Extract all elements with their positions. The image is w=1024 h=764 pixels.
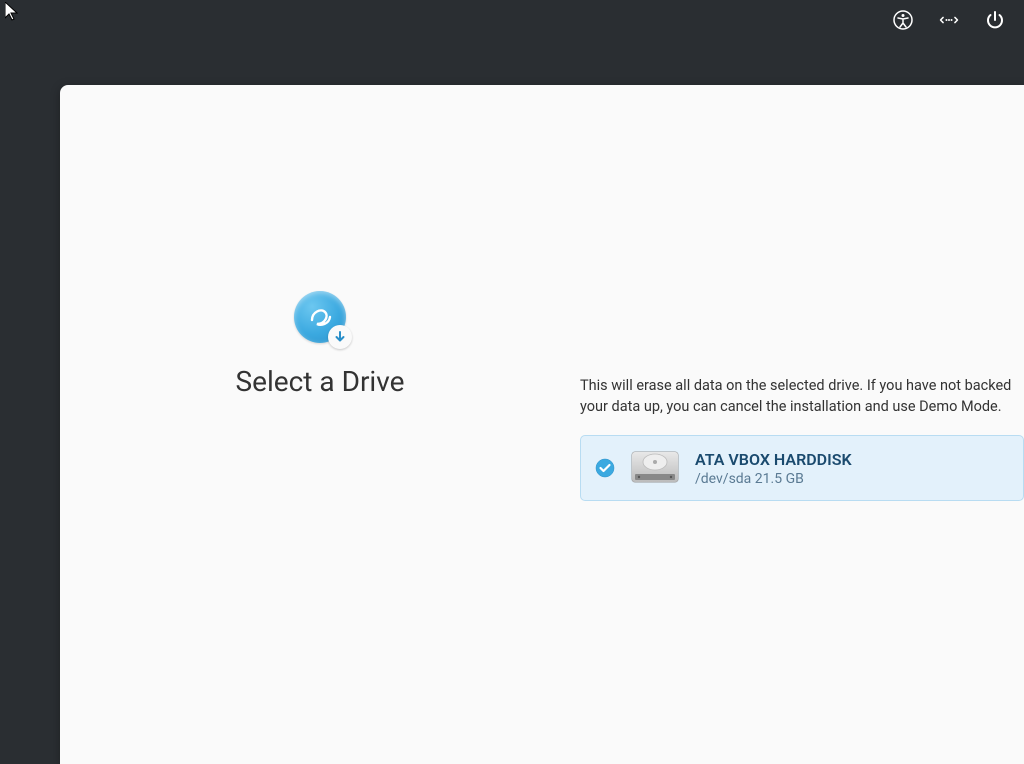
warning-text: This will erase all data on the selected… bbox=[580, 375, 1024, 417]
drive-name: ATA VBOX HARDDISK bbox=[695, 450, 852, 469]
right-panel: This will erase all data on the selected… bbox=[580, 85, 1024, 764]
network-icon[interactable] bbox=[938, 9, 960, 31]
drive-info: ATA VBOX HARDDISK /dev/sda 21.5 GB bbox=[695, 450, 852, 487]
drive-option[interactable]: ATA VBOX HARDDISK /dev/sda 21.5 GB bbox=[580, 435, 1024, 501]
system-topbar bbox=[892, 0, 1024, 40]
accessibility-icon[interactable] bbox=[892, 9, 914, 31]
mouse-cursor bbox=[5, 2, 21, 26]
left-panel: Select a Drive bbox=[60, 85, 580, 764]
power-icon[interactable] bbox=[984, 9, 1006, 31]
drive-path: /dev/sda bbox=[695, 471, 751, 487]
drive-meta: /dev/sda 21.5 GB bbox=[695, 471, 852, 487]
page-title: Select a Drive bbox=[236, 365, 405, 398]
drive-size: 21.5 GB bbox=[755, 471, 804, 487]
installer-window: Select a Drive This will erase all data … bbox=[60, 85, 1024, 764]
selected-check-icon bbox=[595, 458, 615, 478]
installer-logo bbox=[294, 291, 346, 343]
download-badge-icon bbox=[328, 325, 352, 349]
harddisk-icon bbox=[629, 448, 681, 488]
